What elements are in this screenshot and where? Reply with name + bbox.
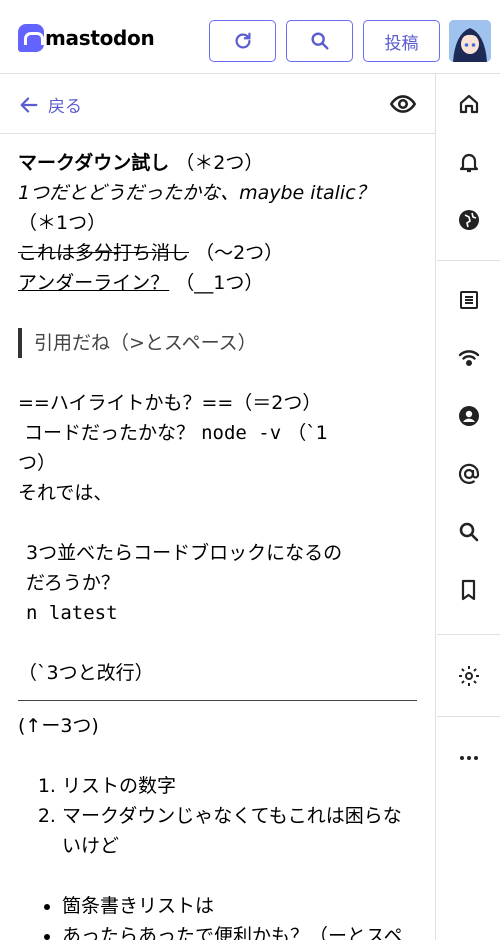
list-item: マークダウンじゃなくてもこれは困らないけど (62, 801, 417, 861)
search-icon (459, 522, 478, 542)
code-block: 3つ並べたらコードブロックになるの だろうか？ n latest (18, 538, 417, 628)
home-icon (459, 94, 478, 114)
avatar-image (449, 20, 491, 62)
bullet-list: 箇条書きリストは あったらあったで便利かも？（ーとスペース） (30, 891, 417, 940)
mastodon-logo[interactable]: mastodon (18, 24, 155, 52)
inline-code: node -v (201, 422, 282, 444)
underlined-text: アンダーライン？ (18, 272, 170, 294)
post-line: これは多分打ち消し （～2つ） (18, 238, 417, 268)
text: （__1つ） (175, 272, 264, 294)
nav-search[interactable] (437, 512, 500, 552)
list-item: あったらあったで便利かも？（ーとスペース） (62, 921, 417, 940)
more-icon (459, 756, 478, 760)
notifications-icon (459, 153, 478, 173)
code-line: 3つ並べたらコードブロックになるの (26, 542, 343, 564)
post-line: （＊1つ） (18, 212, 107, 234)
bookmarks-icon (461, 579, 475, 601)
post-line: （`3つと改行） (18, 662, 154, 684)
mastodon-logo-icon (18, 24, 44, 52)
nav-home[interactable] (437, 84, 500, 124)
live-feeds-icon (458, 350, 479, 366)
nav-separator (437, 716, 500, 717)
nav-more[interactable] (437, 738, 500, 778)
text: （～2つ） (195, 242, 284, 264)
nav-separator (437, 634, 500, 635)
refresh-icon (235, 32, 251, 49)
blockquote: 引用だね（>とスペース） (18, 328, 417, 358)
nav-settings[interactable] (437, 656, 500, 696)
nav-notifications[interactable] (437, 142, 500, 182)
navigation-bar (437, 74, 500, 940)
column-header: 戻る (0, 74, 435, 134)
search-button[interactable] (286, 20, 353, 62)
post-line: マークダウン試し （＊2つ） (18, 148, 417, 178)
nav-live-feeds[interactable] (437, 338, 500, 378)
nav-separator (437, 260, 500, 261)
back-label: 戻る (48, 97, 82, 117)
text: コードだったかな？ (24, 422, 196, 444)
ordered-list: リストの数字 マークダウンじゃなくてもこれは困らないけど (30, 771, 417, 861)
eye-icon[interactable] (389, 90, 417, 118)
list-item: リストの数字 (62, 771, 417, 801)
strikethrough-text: これは多分打ち消し (18, 242, 190, 264)
italic-text: 1つだとどうだったかな、maybe italic？ (18, 182, 375, 204)
post-line: つ） (18, 452, 57, 474)
arrow-left-icon (20, 96, 38, 113)
top-header: mastodon 投稿 (0, 0, 500, 74)
post-line: ==ハイライトかも？==（＝2つ） (18, 392, 322, 414)
post-content: マークダウン試し （＊2つ） 1つだとどうだったかな、maybe italic？… (0, 134, 435, 940)
at-sign-icon (458, 463, 479, 484)
nav-bookmarks[interactable] (437, 570, 500, 610)
nav-explore[interactable] (437, 200, 500, 240)
bold-text: マークダウン試し (18, 152, 170, 174)
gear-icon (458, 666, 479, 686)
back-button[interactable]: 戻る (18, 92, 82, 117)
horizontal-rule (18, 700, 417, 701)
search-icon (310, 32, 329, 50)
nav-profile[interactable] (437, 396, 500, 436)
nav-lists[interactable] (437, 280, 500, 320)
nav-mentions[interactable] (437, 454, 500, 494)
post-line: コードだったかな？ node -v （`1 (18, 418, 417, 448)
explore-icon (458, 210, 479, 230)
post-line: アンダーライン？ （__1つ） (18, 268, 417, 298)
text: （`1 (287, 422, 328, 444)
detail-column: 戻る マークダウン試し （＊2つ） 1つだとどうだったかな、maybe ital… (0, 74, 436, 940)
code-line: n latest (26, 602, 118, 624)
post-line: それでは、 (18, 482, 113, 504)
text: （＊2つ） (175, 152, 264, 174)
code-line: だろうか？ (26, 572, 120, 594)
post-line: (↑ー3つ) (18, 715, 99, 737)
avatar[interactable] (449, 20, 491, 62)
post-button[interactable]: 投稿 (363, 20, 440, 62)
profile-icon (458, 406, 479, 426)
list-item: 箇条書きリストは (62, 891, 417, 921)
lists-icon (459, 291, 478, 309)
logo-text: mastodon (45, 26, 155, 50)
refresh-button[interactable] (209, 20, 276, 62)
